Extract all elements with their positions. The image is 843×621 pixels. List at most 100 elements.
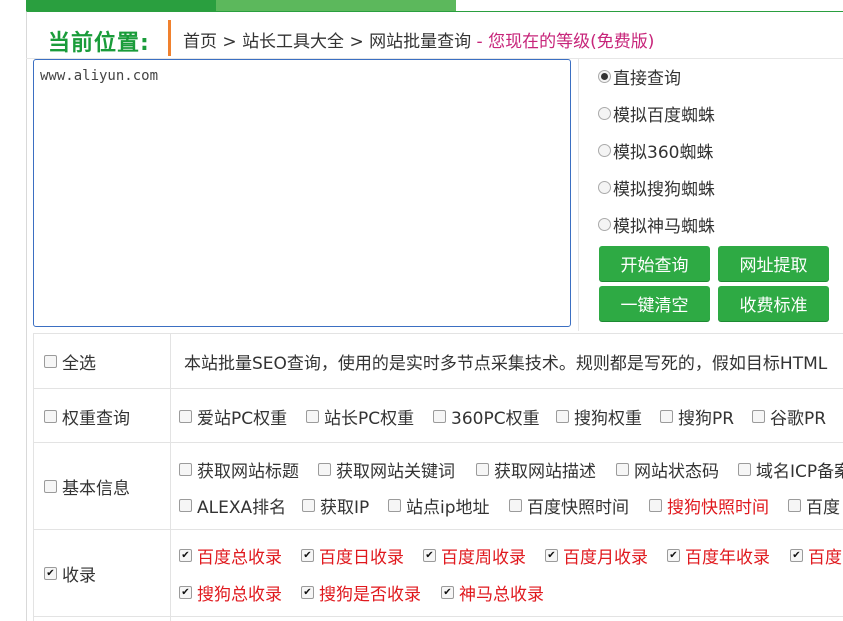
checkbox-icon[interactable] — [44, 410, 57, 423]
extract-urls-button[interactable]: 网址提取 — [718, 246, 829, 281]
checkbox-icon[interactable] — [306, 410, 319, 423]
option-label: 360PC权重 — [451, 409, 540, 429]
url-input[interactable] — [33, 59, 571, 327]
checkbox-icon[interactable] — [738, 463, 751, 476]
radio-baidu-spider[interactable]: 模拟百度蜘蛛 — [598, 101, 715, 126]
checkbox-icon[interactable] — [509, 499, 522, 512]
option-baidu-more-index[interactable]: 百度 — [790, 543, 842, 568]
option-sogou-indexed[interactable]: 搜狗是否收录 — [301, 580, 421, 605]
checkbox-label: 收录 — [62, 566, 96, 586]
checkbox-icon[interactable] — [660, 410, 673, 423]
option-baidu-total-index[interactable]: 百度总收录 — [179, 543, 282, 568]
option-icp[interactable]: 域名ICP备案 — [738, 457, 843, 482]
option-site-description[interactable]: 获取网站描述 — [476, 457, 596, 482]
group-index-checkbox[interactable]: 收录 — [44, 561, 96, 586]
location-bar: 当前位置: 首页 > 站长工具大全 > 网站批量查询 - 您现在的等级(免费版) — [26, 20, 843, 58]
option-alexa[interactable]: ALEXA排名 — [179, 493, 286, 518]
group-weight-checkbox[interactable]: 权重查询 — [44, 404, 130, 429]
checkbox-icon[interactable] — [441, 586, 454, 599]
option-label: 百度快照时间 — [527, 498, 629, 518]
radio-label: 模拟神马蜘蛛 — [613, 216, 715, 237]
option-status-code[interactable]: 网站状态码 — [616, 457, 719, 482]
checkbox-icon[interactable] — [433, 410, 446, 423]
option-site-title[interactable]: 获取网站标题 — [179, 457, 299, 482]
radio-360-spider[interactable]: 模拟360蜘蛛 — [598, 138, 713, 163]
divider — [33, 388, 843, 389]
divider — [33, 333, 843, 334]
checkbox-icon[interactable] — [318, 463, 331, 476]
radio-icon[interactable] — [598, 143, 611, 157]
checkbox-icon[interactable] — [179, 410, 192, 423]
checkbox-icon[interactable] — [302, 499, 315, 512]
option-baidu-snapshot[interactable]: 百度快照时间 — [509, 493, 629, 518]
checkbox-icon[interactable] — [476, 463, 489, 476]
option-sogou-snapshot[interactable]: 搜狗快照时间 — [649, 493, 769, 518]
radio-icon[interactable] — [598, 217, 611, 231]
option-label: 获取IP — [320, 498, 370, 518]
checkbox-icon[interactable] — [556, 410, 569, 423]
radio-icon[interactable] — [598, 69, 611, 83]
checkbox-icon[interactable] — [788, 499, 801, 512]
option-360-pc-weight[interactable]: 360PC权重 — [433, 404, 540, 429]
option-aizhan-pc-weight[interactable]: 爱站PC权重 — [179, 404, 287, 429]
checkbox-icon[interactable] — [545, 549, 558, 562]
checkbox-icon[interactable] — [301, 549, 314, 562]
checkbox-icon[interactable] — [752, 410, 765, 423]
checkbox-icon[interactable] — [388, 499, 401, 512]
checkbox-icon[interactable] — [179, 586, 192, 599]
checkbox-icon[interactable] — [790, 549, 803, 562]
radio-icon[interactable] — [598, 180, 611, 194]
breadcrumb-tools[interactable]: 站长工具大全 — [242, 32, 344, 52]
option-baidu-more[interactable]: 百度 — [788, 493, 840, 518]
user-level[interactable]: 您现在的等级(免费版) — [488, 32, 654, 52]
breadcrumb-dash: - — [476, 32, 483, 52]
radio-icon[interactable] — [598, 106, 611, 120]
option-baidu-monthly-index[interactable]: 百度月收录 — [545, 543, 648, 568]
option-label: 百度年收录 — [685, 548, 770, 568]
option-baidu-yearly-index[interactable]: 百度年收录 — [667, 543, 770, 568]
radio-direct[interactable]: 直接查询 — [598, 64, 681, 89]
checkbox-icon[interactable] — [44, 567, 57, 580]
option-chinaz-pc-weight[interactable]: 站长PC权重 — [306, 404, 414, 429]
start-query-button[interactable]: 开始查询 — [599, 246, 710, 281]
checkbox-icon[interactable] — [649, 499, 662, 512]
divider — [33, 616, 843, 617]
option-sogou-weight[interactable]: 搜狗权重 — [556, 404, 642, 429]
checkbox-icon[interactable] — [179, 499, 192, 512]
option-baidu-daily-index[interactable]: 百度日收录 — [301, 543, 404, 568]
radio-sogou-spider[interactable]: 模拟搜狗蜘蛛 — [598, 175, 715, 200]
radio-shenma-spider[interactable]: 模拟神马蜘蛛 — [598, 212, 715, 237]
breadcrumb-home[interactable]: 首页 — [183, 32, 217, 52]
option-sogou-pr[interactable]: 搜狗PR — [660, 404, 734, 429]
checkbox-icon[interactable] — [44, 480, 57, 493]
option-shenma-total-index[interactable]: 神马总收录 — [441, 580, 544, 605]
option-label: 搜狗快照时间 — [667, 498, 769, 518]
option-label: 爱站PC权重 — [197, 409, 288, 429]
option-site-keywords[interactable]: 获取网站关键词 — [318, 457, 455, 482]
option-label: 网站状态码 — [634, 462, 719, 482]
checkbox-icon[interactable] — [301, 586, 314, 599]
checkbox-icon[interactable] — [179, 549, 192, 562]
checkbox-icon[interactable] — [423, 549, 436, 562]
top-tab-1[interactable] — [26, 0, 216, 11]
option-label: 百度 — [808, 548, 842, 568]
top-tab-2[interactable] — [216, 0, 456, 11]
divider — [33, 529, 843, 530]
pricing-button[interactable]: 收费标准 — [718, 286, 829, 321]
option-baidu-weekly-index[interactable]: 百度周收录 — [423, 543, 526, 568]
checkbox-icon[interactable] — [667, 549, 680, 562]
checkbox-icon[interactable] — [179, 463, 192, 476]
option-site-ip[interactable]: 站点ip地址 — [388, 493, 490, 518]
clear-all-button[interactable]: 一键清空 — [599, 286, 710, 321]
option-label: 百度 — [806, 498, 840, 518]
checkbox-icon[interactable] — [616, 463, 629, 476]
option-get-ip[interactable]: 获取IP — [302, 493, 369, 518]
option-label: ALEXA排名 — [197, 498, 287, 518]
checkbox-icon[interactable] — [44, 355, 57, 368]
group-basic-checkbox[interactable]: 基本信息 — [44, 474, 130, 499]
option-sogou-total-index[interactable]: 搜狗总收录 — [179, 580, 282, 605]
option-google-pr[interactable]: 谷歌PR — [752, 404, 826, 429]
page: 当前位置: 首页 > 站长工具大全 > 网站批量查询 - 您现在的等级(免费版)… — [0, 0, 843, 621]
checkbox-label: 基本信息 — [62, 479, 130, 499]
select-all-checkbox[interactable]: 全选 — [44, 349, 96, 374]
